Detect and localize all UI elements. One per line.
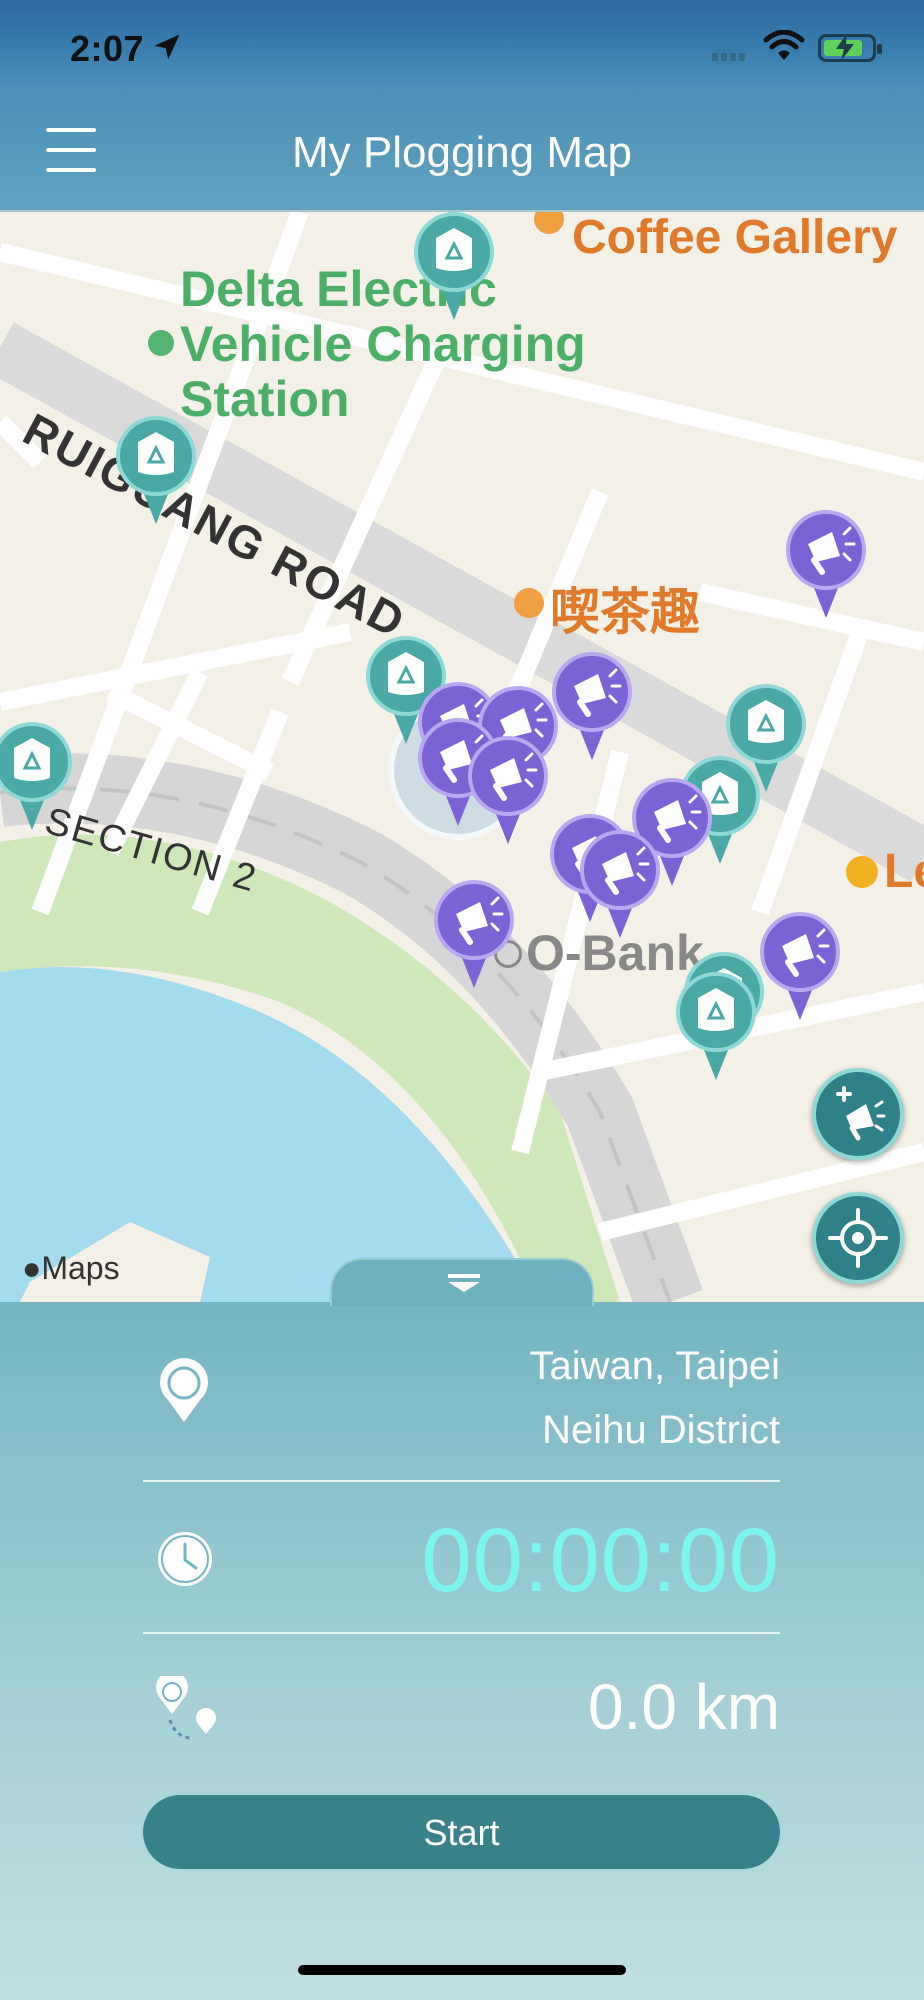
status-time: 2:07 [70, 28, 145, 69]
battery-icon [818, 33, 882, 62]
map-label-coffee-gallery: Coffee Gallery [572, 212, 898, 264]
report-marker[interactable] [760, 912, 840, 1022]
recycle-marker[interactable] [116, 416, 196, 526]
route-distance-icon [156, 1676, 216, 1740]
recycle-marker[interactable] [676, 972, 756, 1082]
location-line-1: Taiwan, Taipei [529, 1344, 780, 1388]
chevron-down-icon [448, 1274, 480, 1292]
report-marker[interactable] [786, 510, 866, 620]
add-report-icon [836, 1086, 886, 1141]
charging-station-icon [148, 330, 174, 356]
location-pin-icon [160, 1358, 208, 1422]
page-title: My Plogging Map [292, 128, 632, 177]
divider [143, 1632, 780, 1634]
add-report-button[interactable] [812, 1068, 904, 1160]
status-bar: 2:07 [0, 0, 924, 90]
distance-value: 0.0 km [587, 1671, 780, 1743]
map-label-partial: Le [884, 845, 924, 898]
maps-attribution-text: Maps [41, 1250, 120, 1286]
clock-icon [158, 1532, 212, 1586]
tea-shop-icon [514, 588, 544, 618]
crosshair-icon [828, 1208, 888, 1268]
recenter-location-button[interactable] [812, 1192, 904, 1284]
wifi-icon [763, 30, 805, 60]
apple-maps-attribution[interactable]: ●Maps [22, 1250, 120, 1287]
location-arrow-icon [154, 34, 180, 60]
report-marker[interactable] [580, 830, 660, 940]
elapsed-timer: 00:00:00 [421, 1511, 780, 1611]
recycle-marker[interactable] [414, 212, 494, 322]
report-marker[interactable] [468, 736, 548, 846]
cellular-signal-icon [712, 48, 748, 66]
map-label-tea-shop: 喫茶趣 [550, 584, 700, 640]
panel-collapse-handle[interactable] [330, 1258, 594, 1306]
map-view[interactable]: Coffee Gallery Delta Electric Vehicle Ch… [0, 212, 924, 1302]
map-label-charging-station: Delta Electric Vehicle Charging Station [180, 261, 586, 427]
apple-logo-icon: ● [22, 1250, 42, 1286]
report-marker[interactable] [434, 880, 514, 990]
tracking-panel [0, 1302, 924, 2000]
divider [143, 1480, 780, 1482]
location-line-2: Neihu District [542, 1408, 780, 1452]
report-marker[interactable] [552, 652, 632, 762]
home-indicator[interactable] [298, 1965, 626, 1975]
start-button[interactable]: Start [143, 1795, 780, 1869]
car-icon [846, 856, 878, 888]
recycle-marker[interactable] [0, 722, 72, 832]
